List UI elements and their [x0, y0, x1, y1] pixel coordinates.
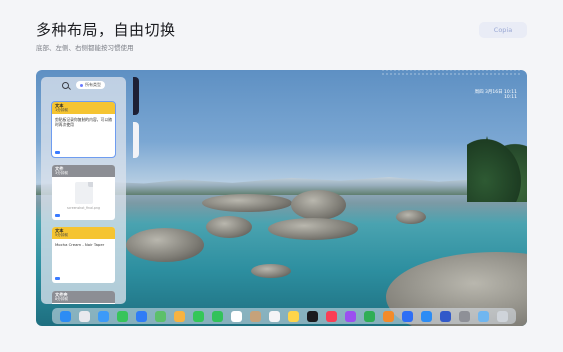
background-window-dark[interactable] — [133, 77, 139, 115]
facetime-icon[interactable] — [193, 310, 204, 322]
clipboard-card[interactable]: 文本 1分钟前 剪贴板记录你复制的内容，可以随时再次使用 — [51, 101, 116, 158]
card-text: 剪贴板记录你复制的内容，可以随时再次使用 — [55, 117, 112, 127]
card-time: 8分钟前 — [55, 297, 69, 301]
desktop-clock: 周四 3月16日 10:11 10:11 — [475, 90, 517, 100]
clipboard-card[interactable]: 文件夹 8分钟前 — [52, 291, 115, 304]
rock — [251, 264, 291, 278]
dock — [52, 308, 516, 324]
contacts-icon[interactable] — [250, 310, 261, 322]
filter-dot-icon — [80, 83, 83, 87]
card-header: 文本 1分钟前 — [52, 102, 115, 114]
clipboard-card[interactable]: 文本 5分钟前 Mocha Cream - Noir Taper — [52, 227, 115, 283]
clipboard-panel: 所有类型 文本 1分钟前 剪贴板记录你复制的内容，可以随时再次使用 文件 3分钟… — [41, 77, 126, 304]
reminders-icon[interactable] — [269, 310, 280, 322]
file-name: screenshot_final.png — [66, 206, 101, 210]
app-store-icon[interactable] — [421, 310, 432, 322]
clock-time: 10:11 — [504, 95, 517, 100]
page-subtitle: 底部、左侧、右侧都能按习惯使用 — [36, 44, 134, 52]
search-icon[interactable] — [62, 81, 69, 89]
desktop-screenshot: 周四 3月16日 10:11 10:11 所有类型 文本 1分钟前 剪贴板记录你… — [36, 70, 527, 326]
maps-icon[interactable] — [155, 310, 166, 322]
phone-icon[interactable] — [212, 310, 223, 322]
music-icon[interactable] — [326, 310, 337, 322]
menubar-icons — [381, 70, 521, 76]
settings-icon[interactable] — [459, 310, 470, 322]
rock — [206, 216, 252, 238]
calendar-icon[interactable] — [231, 310, 242, 322]
copy-button[interactable]: Copia — [479, 22, 527, 38]
launchpad-icon[interactable] — [79, 310, 90, 322]
numbers-icon[interactable] — [364, 310, 375, 322]
notes-icon[interactable] — [288, 310, 299, 322]
trees — [467, 132, 527, 202]
finder-icon[interactable] — [60, 310, 71, 322]
rock — [396, 210, 426, 224]
background-window-light[interactable] — [133, 122, 139, 158]
panel-toolbar: 所有类型 — [41, 77, 126, 93]
keynote-icon[interactable] — [402, 310, 413, 322]
card-header: 文件夹 8分钟前 — [52, 291, 115, 303]
rock — [126, 228, 204, 262]
source-app-icon — [55, 151, 60, 154]
trash-icon[interactable] — [497, 310, 508, 322]
source-app-icon — [55, 214, 60, 217]
folder-icon[interactable] — [478, 310, 489, 322]
type-filter[interactable]: 所有类型 — [76, 81, 105, 89]
tv-icon[interactable] — [307, 310, 318, 322]
card-time: 3分钟前 — [55, 171, 69, 175]
card-time: 1分钟前 — [55, 108, 69, 112]
card-time: 5分钟前 — [55, 233, 69, 237]
podcasts-icon[interactable] — [345, 310, 356, 322]
filter-label: 所有类型 — [85, 82, 101, 87]
card-header: 文件 3分钟前 — [52, 165, 115, 177]
pasty-icon[interactable] — [440, 310, 451, 322]
messages-icon[interactable] — [117, 310, 128, 322]
page-title: 多种布局，自由切换 — [36, 21, 176, 39]
clipboard-card[interactable]: 文件 3分钟前 screenshot_final.png — [52, 165, 115, 220]
safari-icon[interactable] — [98, 310, 109, 322]
mail-icon[interactable] — [136, 310, 147, 322]
card-text: Mocha Cream - Noir Taper — [55, 242, 105, 247]
rock — [291, 190, 346, 220]
card-header: 文本 5分钟前 — [52, 227, 115, 239]
source-app-icon — [55, 277, 60, 280]
pages-icon[interactable] — [383, 310, 394, 322]
rock — [202, 194, 292, 212]
photos-icon[interactable] — [174, 310, 185, 322]
file-icon — [74, 182, 93, 204]
rock — [268, 218, 358, 240]
